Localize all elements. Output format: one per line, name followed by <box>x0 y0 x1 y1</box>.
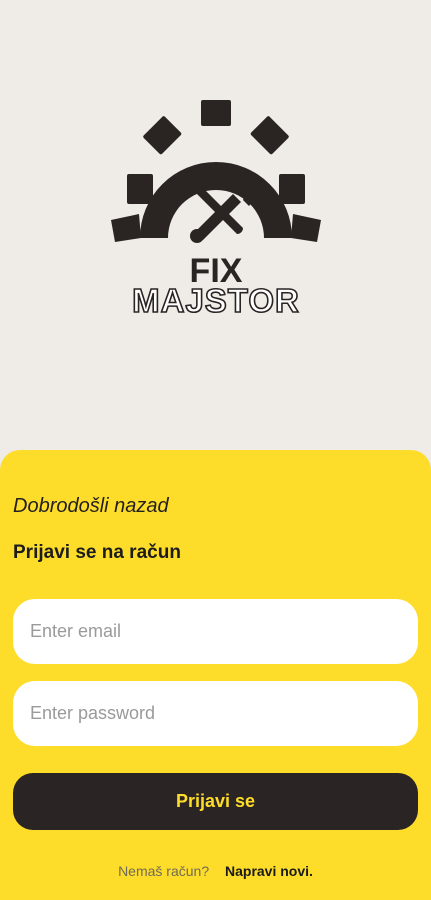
email-input[interactable] <box>13 599 418 664</box>
gear-wrench-screwdriver-icon: FIX MAJSTOR <box>111 100 321 320</box>
welcome-text: Dobrodošli nazad <box>13 495 169 517</box>
password-input[interactable] <box>13 681 418 746</box>
logo-area: FIX MAJSTOR <box>0 0 431 450</box>
login-button[interactable]: Prijavi se <box>13 773 418 830</box>
logo-text-majstor: MAJSTOR <box>132 282 300 319</box>
no-account-text: Nemaš račun? <box>118 863 210 879</box>
register-row: Nemaš račun? Napravi novi. <box>0 863 431 879</box>
register-link[interactable]: Napravi novi. <box>225 863 313 879</box>
login-subtitle: Prijavi se na račun <box>13 542 181 563</box>
app-logo: FIX MAJSTOR <box>105 96 327 326</box>
